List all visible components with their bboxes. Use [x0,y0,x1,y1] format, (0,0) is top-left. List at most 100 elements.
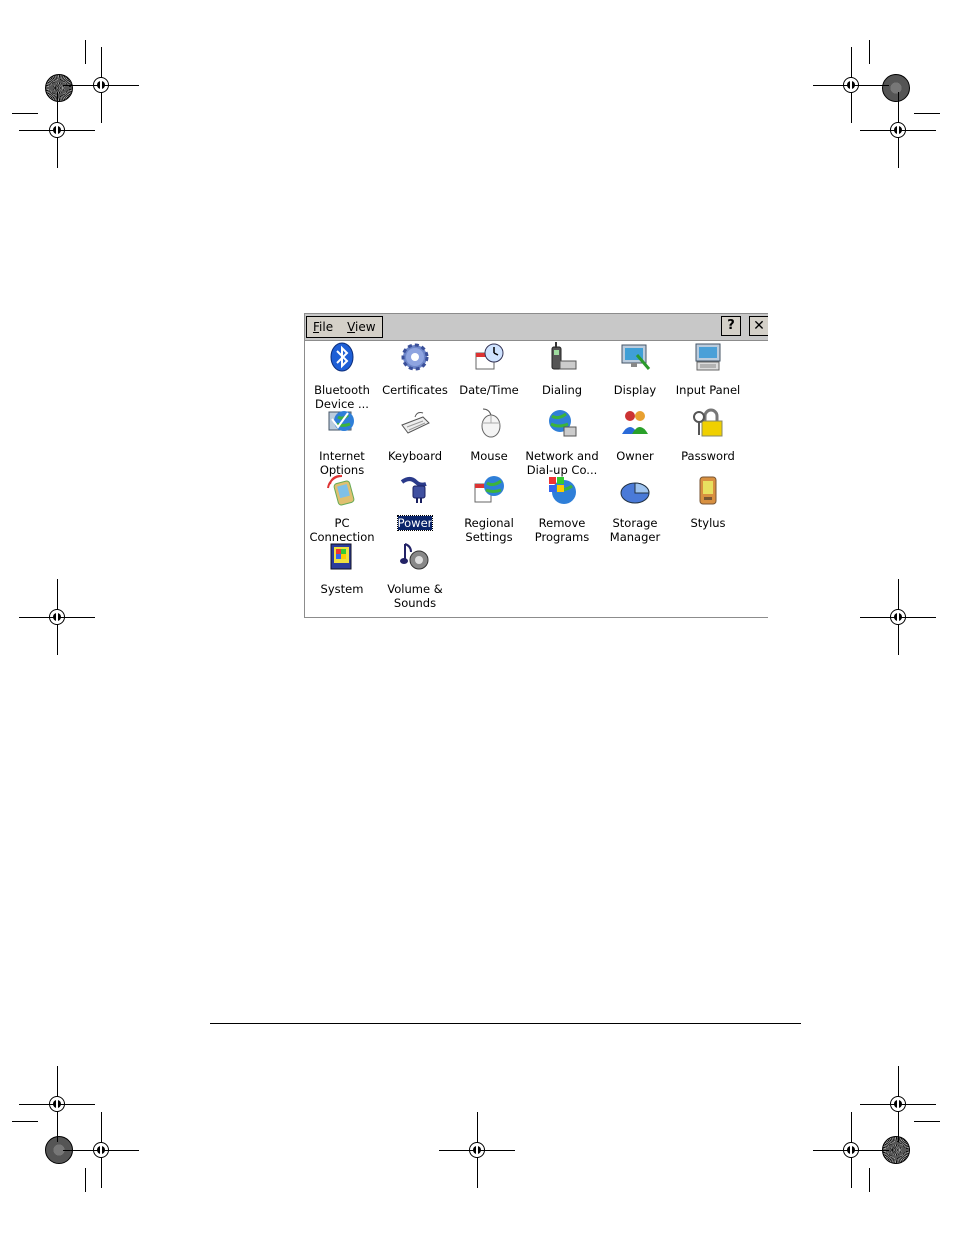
pda-icon [692,474,724,506]
title-bar: File View ? ✕ [305,314,768,341]
control-panel-item-label: Password [671,449,745,463]
control-panel-item-label: Keyboard [378,449,452,463]
control-panel-item-label: Internet Options [305,449,379,477]
registration-crosshair [813,1112,889,1188]
control-panel-item-text: Display [613,383,657,397]
control-panel-item[interactable]: Remove Programs [525,474,599,544]
control-panel-item-label: System [305,582,379,596]
control-panel-item-label: Owner [598,449,672,463]
menu-file[interactable]: File [313,320,333,334]
control-panel-item[interactable]: Bluetooth Device ... [305,341,379,411]
windows-globe-icon [546,474,578,506]
trim-line [12,113,38,114]
clock-calendar-icon [473,341,505,373]
control-panel-item[interactable]: Display [598,341,672,397]
control-panel-item[interactable]: Stylus [671,474,745,530]
control-panel-item[interactable]: Storage Manager [598,474,672,544]
help-button[interactable]: ? [721,316,741,336]
control-panel-item-label: Stylus [671,516,745,530]
control-panel-item-label: Display [598,383,672,397]
control-panel-item[interactable]: Network and Dial-up Co... [525,407,599,477]
registration-crosshair [19,92,95,168]
control-panel-item[interactable]: Volume & Sounds [378,540,452,610]
control-panel-item-label: Date/Time [452,383,526,397]
keyboard-monitor-icon [692,341,724,373]
trim-line [914,1121,940,1122]
registration-crosshair [439,1112,515,1188]
control-panel-item-text: Storage Manager [609,516,661,544]
control-panel-item-text: Power [396,515,434,531]
trim-line [12,1121,38,1122]
pda-signal-icon [326,474,358,506]
trim-line [85,40,86,64]
speaker-note-icon [399,540,431,572]
icon-grid: Bluetooth Device ... Certificates Date/Tim… [305,341,768,617]
control-panel-item-label: Input Panel [671,383,745,397]
control-panel-item-label: Power [378,515,452,531]
control-panel-item[interactable]: Power [378,474,452,531]
control-panel-item[interactable]: Keyboard [378,407,452,463]
control-panel-item-label: Dialing [525,383,599,397]
registration-crosshair [860,579,936,655]
trim-line [914,113,940,114]
control-panel-item[interactable]: PC Connection [305,474,379,544]
control-panel-item[interactable]: Dialing [525,341,599,397]
control-panel-item-text: Input Panel [675,383,741,397]
bluetooth-icon [326,341,358,373]
control-panel-item-text: Owner [616,449,654,463]
control-panel-item-label: Storage Manager [598,516,672,544]
padlock-keys-icon [692,407,724,439]
control-panel-item-text: Internet Options [319,449,365,477]
control-panel-item[interactable]: Date/Time [452,341,526,397]
registration-starburst [882,74,910,102]
menu-view[interactable]: View [347,320,375,334]
control-panel-item[interactable]: Password [671,407,745,463]
footer-rule [210,1023,801,1024]
mouse-icon [473,407,505,439]
control-panel-window: File View ? ✕ Bluetooth Device ... Certif… [304,313,768,618]
control-panel-item-label: Regional Settings [452,516,526,544]
control-panel-item[interactable]: Internet Options [305,407,379,477]
registration-crosshair [860,92,936,168]
control-panel-item[interactable]: System [305,540,379,596]
control-panel-item-text: Date/Time [459,383,519,397]
control-panel-item-text: Network and Dial-up Co... [525,449,599,477]
control-panel-item-label: Remove Programs [525,516,599,544]
globe-monitor-icon [326,407,358,439]
control-panel-item[interactable]: Regional Settings [452,474,526,544]
control-panel-item[interactable]: Certificates [378,341,452,397]
power-plug-icon [399,474,431,506]
control-panel-item-text: Mouse [470,449,508,463]
control-panel-item-label: Mouse [452,449,526,463]
monitor-icon [619,341,651,373]
control-panel-item-text: Remove Programs [534,516,590,544]
control-panel-item[interactable]: Owner [598,407,672,463]
registration-crosshair [813,47,889,123]
registration-crosshair [63,1112,139,1188]
menu-bar: File View [306,316,383,338]
control-panel-item-text: Volume & Sounds [387,582,443,610]
control-panel-item-text: Regional Settings [464,516,514,544]
trim-line [869,1168,870,1192]
control-panel-item-text: Keyboard [387,449,443,463]
network-globe-icon [546,407,578,439]
registration-crosshair [63,47,139,123]
trim-line [869,40,870,64]
close-button[interactable]: ✕ [749,316,768,336]
registration-crosshair [19,579,95,655]
phone-icon [546,341,578,373]
gear-icon [399,341,431,373]
control-panel-item[interactable]: Mouse [452,407,526,463]
system-book-icon [326,540,358,572]
registration-starburst [45,74,73,102]
control-panel-item-text: Stylus [690,516,726,530]
control-panel-item-text: Certificates [382,383,448,397]
trim-line [85,1168,86,1192]
control-panel-item[interactable]: Input Panel [671,341,745,397]
control-panel-item-label: Network and Dial-up Co... [525,449,599,477]
control-panel-item-label: Volume & Sounds [378,582,452,610]
control-panel-item-label: Certificates [378,383,452,397]
control-panel-item-text: System [320,582,364,596]
registration-crosshair [19,1066,95,1142]
control-panel-item-text: Password [681,449,735,463]
